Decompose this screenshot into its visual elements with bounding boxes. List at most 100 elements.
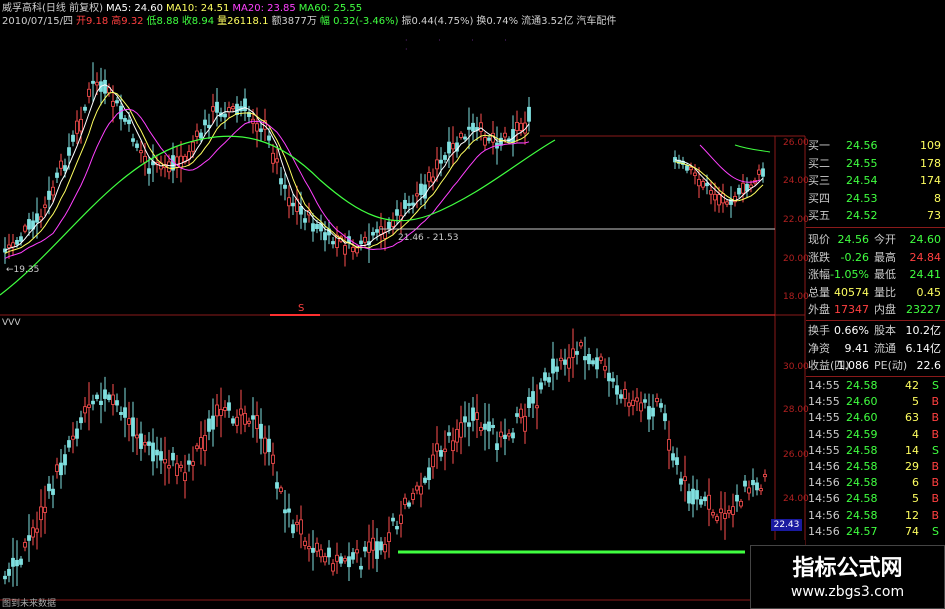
candle-body xyxy=(675,457,679,465)
candle-body xyxy=(695,490,699,500)
fund-row: 净资 9.41 流通 6.14亿 xyxy=(806,340,945,358)
stat-row: 现价 24.56 今开 24.60 xyxy=(806,231,945,249)
candle-body xyxy=(163,458,167,464)
tick-row[interactable]: 14:55 24.60 5 B xyxy=(806,394,945,410)
candle-body xyxy=(335,554,339,562)
stat-value: -1.05% xyxy=(830,268,869,281)
candle-body xyxy=(139,150,143,154)
header-item: 汽车配件 xyxy=(576,16,617,27)
candle-body xyxy=(331,563,335,572)
candle-body xyxy=(167,465,171,469)
candle-body xyxy=(151,442,155,462)
candle-body xyxy=(135,434,139,439)
candle-body xyxy=(705,182,709,187)
fund-label: 股本 xyxy=(874,324,896,337)
candle-body xyxy=(179,464,183,469)
candle-body xyxy=(27,219,31,230)
tick-side: S xyxy=(932,524,939,538)
tick-row[interactable]: 14:56 24.58 5 B xyxy=(806,491,945,507)
candle-body xyxy=(519,122,523,131)
candle-body xyxy=(443,448,447,452)
buy-level-row: 买三 24.54 174 xyxy=(806,172,945,190)
candle-body xyxy=(239,408,243,416)
tick-side: B xyxy=(931,411,939,425)
candle-body xyxy=(215,404,219,417)
candle-body xyxy=(737,187,741,195)
candle-body xyxy=(427,467,431,481)
candle-body xyxy=(647,406,651,420)
candle-body xyxy=(11,242,15,248)
candle-body xyxy=(283,509,287,514)
candle-body xyxy=(619,394,623,399)
candle-body xyxy=(715,516,719,521)
candle-body xyxy=(683,476,687,482)
candle-body xyxy=(283,184,287,189)
candle-body xyxy=(551,358,555,374)
buy-level-label: 买二 xyxy=(808,156,830,170)
fund-value: 9.41 xyxy=(844,341,870,355)
candle-body xyxy=(691,488,695,505)
candle-body xyxy=(279,178,283,185)
candle-body xyxy=(63,454,67,466)
buy-level-row: 买四 24.53 8 xyxy=(806,190,945,208)
candle-body xyxy=(211,415,215,430)
stat-label: 涨幅 xyxy=(808,268,830,281)
candle-body xyxy=(43,506,47,513)
tick-row[interactable]: 14:55 24.59 4 B xyxy=(806,427,945,443)
tick-row[interactable]: 14:55 24.58 42 S xyxy=(806,378,945,394)
header-item: MA60: 25.55 xyxy=(298,3,363,14)
candle-body xyxy=(515,122,519,131)
candle-body xyxy=(295,521,299,525)
candle-body xyxy=(355,247,359,254)
candle-body xyxy=(147,441,151,446)
candle-body xyxy=(687,491,691,504)
header-item: 高9.32 xyxy=(111,16,144,27)
candle-body xyxy=(623,389,627,400)
tick-vol: 6 xyxy=(912,476,919,490)
candle-body xyxy=(713,193,717,201)
candle-body xyxy=(231,418,235,424)
candle-body xyxy=(139,433,143,449)
buy-level-label: 买一 xyxy=(808,139,830,152)
tick-row[interactable]: 14:56 24.58 29 B xyxy=(806,459,945,475)
buy-level-price: 24.55 xyxy=(846,156,878,170)
candle-body xyxy=(19,558,23,565)
candle-body xyxy=(75,428,79,439)
tick-side: B xyxy=(931,508,939,522)
candle-body xyxy=(523,415,527,432)
fund-value: 10.2亿 xyxy=(905,324,942,337)
tick-row[interactable]: 14:55 24.58 14 S xyxy=(806,443,945,459)
buy-level-price: 24.53 xyxy=(846,191,878,205)
header-item: MA5: 24.60 xyxy=(105,3,163,14)
tick-row[interactable]: 14:56 24.57 74 S xyxy=(806,524,945,540)
candle-body xyxy=(191,141,195,152)
tick-time: 14:55 xyxy=(808,411,840,425)
tick-time: 14:56 xyxy=(808,476,840,490)
header-item: 开9.18 xyxy=(76,16,109,27)
stat-row: 涨跌 -0.26 最高 24.84 xyxy=(806,249,945,267)
stat-row: 外盘 17347 内盘 23227 xyxy=(806,301,945,319)
tick-row[interactable]: 14:55 24.60 63 B xyxy=(806,410,945,426)
candle-body xyxy=(487,421,491,432)
tick-vol: 42 xyxy=(905,379,919,392)
candle-body xyxy=(67,147,71,156)
candle-body xyxy=(31,527,35,538)
stat-value: 23227 xyxy=(906,303,941,316)
kline-chart-area[interactable] xyxy=(0,0,945,609)
tick-row[interactable]: 14:56 24.58 12 B xyxy=(806,508,945,524)
header-item: 低8.88 xyxy=(146,16,179,27)
candle-body xyxy=(567,357,571,369)
candle-body xyxy=(423,477,427,483)
candle-body xyxy=(407,203,411,206)
tick-list[interactable]: 14:55 24.58 42 S 14:55 24.60 5 B 14:55 24.60 63 B 14… xyxy=(806,378,945,540)
candle-body xyxy=(243,413,247,425)
fundamental-stats: 换手 0.66% 股本 10.2亿 净资 9.41 流通 6.14亿 收益(四) 1.086 PE(… xyxy=(806,322,945,375)
header-item: 威孚高科(日线 前复权) xyxy=(2,3,103,14)
candle-body xyxy=(83,406,87,414)
header-item: MA20: 23.85 xyxy=(232,3,296,14)
buy-level-vol: 174 xyxy=(920,174,941,187)
tick-price: 24.59 xyxy=(846,427,878,441)
candle-body xyxy=(319,549,323,558)
fund-value: 0.66% xyxy=(834,324,869,337)
tick-row[interactable]: 14:56 24.58 6 B xyxy=(806,475,945,491)
